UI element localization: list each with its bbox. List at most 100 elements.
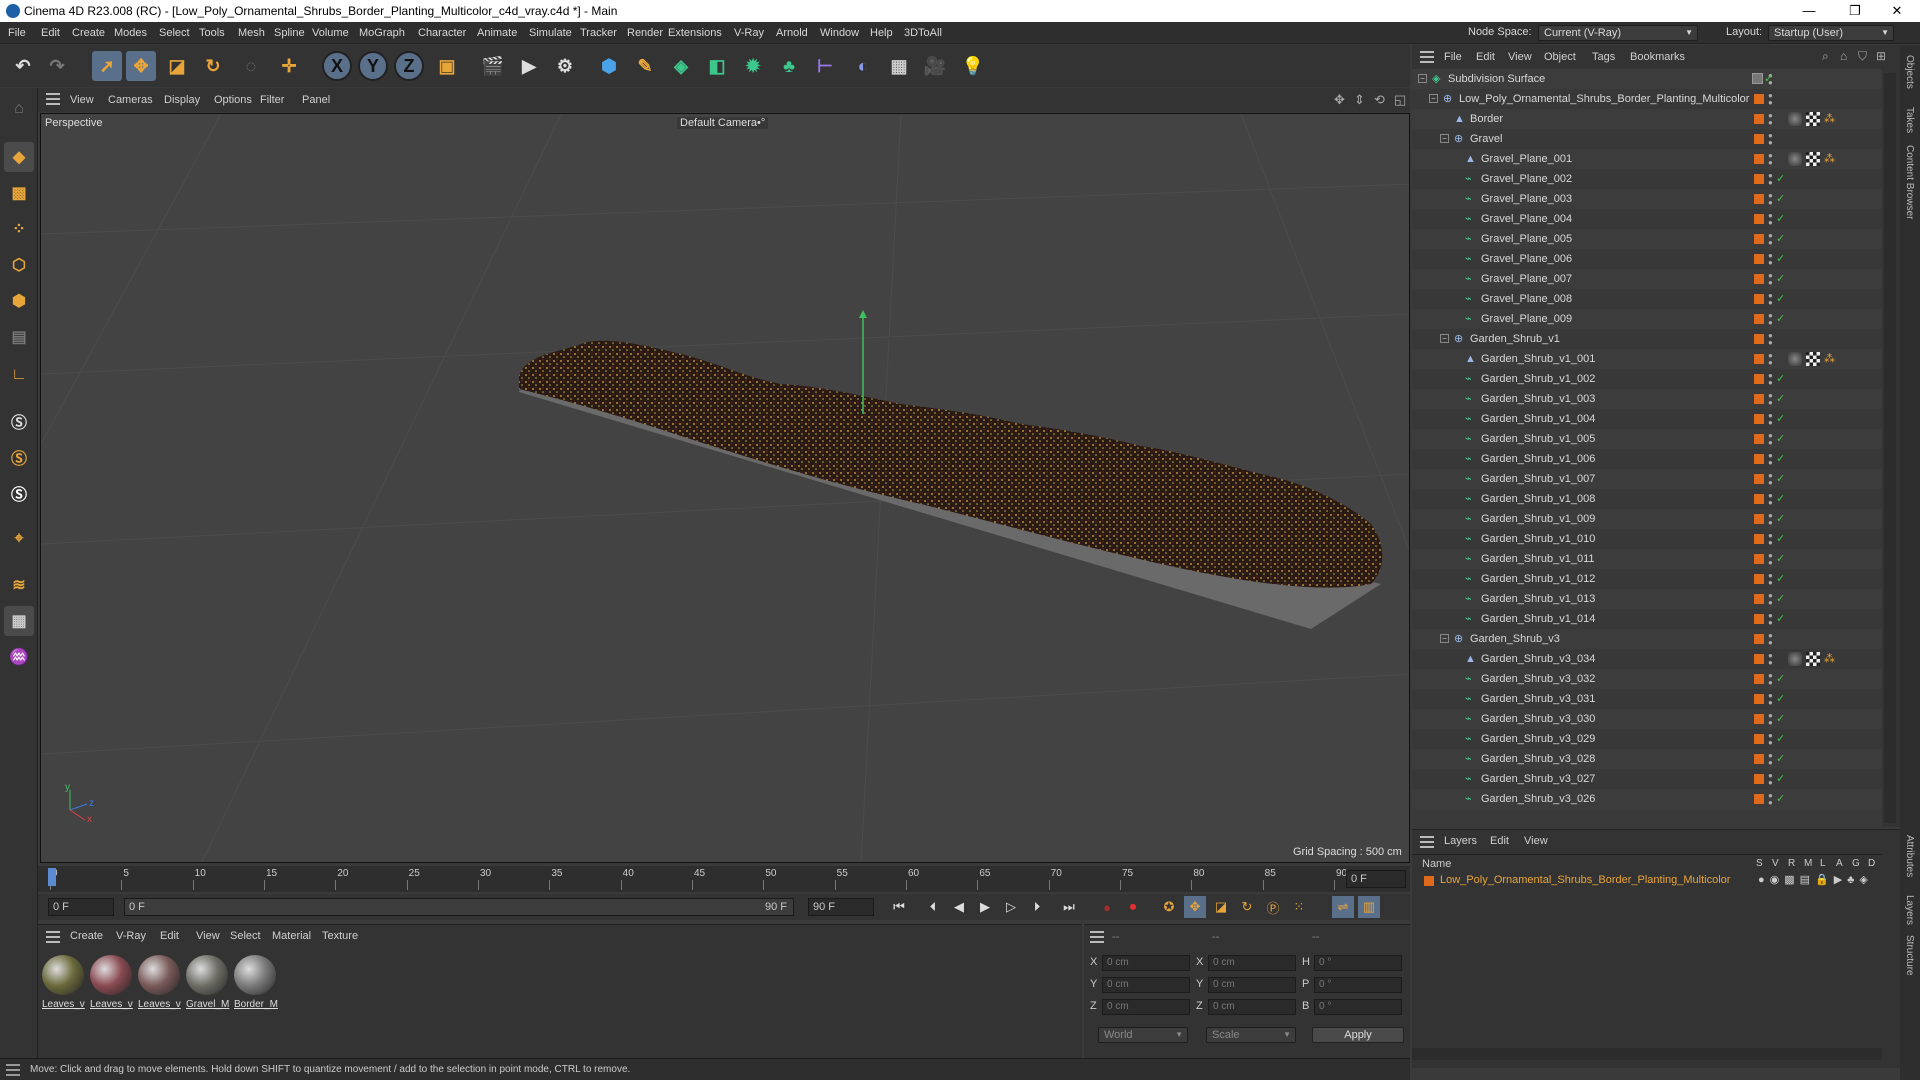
start-frame-field[interactable]: 0 F	[48, 898, 114, 916]
object-row[interactable]: ⌁ Gravel_Plane_005 ● ● ✓	[1412, 229, 1882, 249]
keyframe-selection-icon[interactable]: ✪	[1158, 896, 1180, 918]
layer-flag-icons[interactable]: ●◉▩▤🔒▶♣◈	[1758, 873, 1873, 886]
viewport-menu-display[interactable]: Display	[164, 88, 200, 112]
material-menu-edit[interactable]: Edit	[160, 930, 179, 942]
enabled-check-icon[interactable]: ✓	[1764, 69, 1773, 89]
play-icon[interactable]: ▶	[974, 896, 996, 918]
object-row[interactable]: ▲ Gravel_Plane_001 ● ● ⁂	[1412, 149, 1882, 169]
enabled-check-icon[interactable]: ✓	[1776, 529, 1785, 549]
vray-tag-icon[interactable]: ⁂	[1824, 352, 1838, 366]
hamburger-icon[interactable]	[6, 1064, 20, 1076]
select-tool-icon[interactable]: ➚	[92, 51, 122, 81]
hamburger-icon[interactable]	[1420, 51, 1434, 63]
object-row[interactable]: ▲ Border ● ● ⁂	[1412, 109, 1882, 129]
visibility-dots-icon[interactable]: ● ●	[1768, 772, 1773, 787]
y-axis-lock-icon[interactable]: Y	[358, 51, 388, 81]
layer-color-swatch[interactable]	[1754, 774, 1764, 784]
object-row[interactable]: ⌁ Gravel_Plane_004 ● ● ✓	[1412, 209, 1882, 229]
menu-file[interactable]: File	[2, 22, 32, 44]
key-parameter-icon[interactable]: Ⓟ	[1262, 896, 1284, 918]
layer-color-swatch[interactable]	[1754, 414, 1764, 424]
render-view-icon[interactable]: 🎬	[478, 51, 508, 81]
visibility-dots-icon[interactable]: ● ●	[1768, 352, 1773, 367]
object-menu-bookmarks[interactable]: Bookmarks	[1630, 45, 1685, 69]
menu-3dtoall[interactable]: 3DToAll	[898, 22, 948, 44]
visibility-dots-icon[interactable]: ● ●	[1768, 212, 1773, 227]
enabled-check-icon[interactable]: ✓	[1776, 469, 1785, 489]
menu-create[interactable]: Create	[66, 22, 111, 44]
enabled-check-icon[interactable]: ✓	[1776, 669, 1785, 689]
layer-color-swatch[interactable]	[1754, 374, 1764, 384]
menu-mesh[interactable]: Mesh	[232, 22, 271, 44]
material-menu-create[interactable]: Create	[70, 930, 103, 942]
menu-edit[interactable]: Edit	[35, 22, 66, 44]
object-row[interactable]: ⌁ Garden_Shrub_v1_007 ● ● ✓	[1412, 469, 1882, 489]
layer-color-swatch[interactable]	[1754, 634, 1764, 644]
object-menu-object[interactable]: Object	[1544, 45, 1576, 69]
enabled-check-icon[interactable]: ✓	[1776, 169, 1785, 189]
new-window-icon[interactable]: ⊞	[1876, 49, 1886, 63]
visibility-dots-icon[interactable]: ● ●	[1768, 512, 1773, 527]
menu-tools[interactable]: Tools	[193, 22, 231, 44]
object-row[interactable]: ⌁ Garden_Shrub_v1_012 ● ● ✓	[1412, 569, 1882, 589]
visibility-dots-icon[interactable]: ● ●	[1768, 612, 1773, 627]
object-row[interactable]: ⌁ Garden_Shrub_v1_009 ● ● ✓	[1412, 509, 1882, 529]
object-row[interactable]: − ⊕ Garden_Shrub_v3 ● ●	[1412, 629, 1882, 649]
material-label[interactable]: Gravel_M	[186, 999, 230, 1010]
polygons-mode-icon[interactable]: ⬢	[4, 286, 34, 316]
enabled-check-icon[interactable]: ✓	[1776, 449, 1785, 469]
visibility-dots-icon[interactable]: ● ●	[1768, 312, 1773, 327]
material-label[interactable]: Leaves_v	[90, 999, 134, 1010]
autokey-icon[interactable]: ●	[1096, 896, 1118, 918]
menu-extensions[interactable]: Extensions	[662, 22, 728, 44]
go-to-start-icon[interactable]: ⏮	[888, 896, 910, 918]
enabled-check-icon[interactable]: ✓	[1776, 289, 1785, 309]
menu-tracker[interactable]: Tracker	[574, 22, 623, 44]
enabled-check-icon[interactable]: ✓	[1776, 609, 1785, 629]
previous-frame-icon[interactable]: ◀	[948, 896, 970, 918]
menu-window[interactable]: Window	[814, 22, 865, 44]
menu-mograph[interactable]: MoGraph	[353, 22, 411, 44]
y-axis-gizmo-arrow[interactable]	[859, 310, 867, 318]
move-view-icon[interactable]: ✥	[1334, 92, 1345, 108]
menu-character[interactable]: Character	[412, 22, 472, 44]
tab-structure[interactable]: Structure	[1904, 935, 1915, 976]
frame-range-slider[interactable]: 0 F 90 F	[124, 898, 794, 916]
layer-flag-header-g[interactable]: G	[1852, 858, 1860, 869]
layer-color-swatch[interactable]	[1754, 694, 1764, 704]
material-preview[interactable]	[186, 955, 228, 995]
key-position-icon[interactable]: ✥	[1184, 896, 1206, 918]
current-frame-field[interactable]: 0 F	[1346, 870, 1406, 888]
viewport-menu-cameras[interactable]: Cameras	[108, 88, 153, 112]
object-menu-file[interactable]: File	[1444, 45, 1462, 69]
enabled-check-icon[interactable]: ✓	[1776, 589, 1785, 609]
enabled-check-icon[interactable]: ✓	[1776, 789, 1785, 809]
magnet-tool-icon[interactable]: ⌖	[4, 524, 34, 554]
layer-color-swatch[interactable]	[1754, 754, 1764, 764]
home-icon[interactable]: ⌂	[1840, 49, 1847, 63]
active-camera-label[interactable]: Default Camera•°	[677, 117, 769, 129]
layer-color-swatch[interactable]	[1424, 876, 1434, 886]
layer-menu-layers[interactable]: Layers	[1444, 835, 1477, 847]
object-row[interactable]: ⌁ Garden_Shrub_v1_014 ● ● ✓	[1412, 609, 1882, 629]
material-tag-icon[interactable]	[1788, 112, 1802, 126]
enabled-check-icon[interactable]: ✓	[1776, 249, 1785, 269]
object-row[interactable]: − ⊕ Low_Poly_Ornamental_Shrubs_Border_Plan…	[1412, 89, 1882, 109]
subdivision-surface-icon[interactable]: ◈	[666, 51, 696, 81]
enabled-check-icon[interactable]: ✓	[1776, 729, 1785, 749]
cloner-icon[interactable]: ✹	[738, 51, 768, 81]
hamburger-icon[interactable]	[46, 93, 60, 105]
enabled-check-icon[interactable]: ✓	[1776, 269, 1785, 289]
layer-flag-header-d[interactable]: D	[1868, 858, 1875, 869]
viewport-menu-view[interactable]: View	[70, 88, 94, 112]
texture-mode-icon[interactable]: ▩	[4, 178, 34, 208]
axis-mode-icon[interactable]: ∟	[4, 360, 34, 390]
layer-flag-header-v[interactable]: V	[1772, 858, 1779, 869]
size-mode-select[interactable]: Scale ▼	[1206, 1027, 1296, 1043]
object-row[interactable]: ▲ Garden_Shrub_v1_001 ● ● ⁂	[1412, 349, 1882, 369]
hamburger-icon[interactable]	[46, 931, 60, 943]
visibility-dots-icon[interactable]: ● ●	[1768, 792, 1773, 807]
visibility-dots-icon[interactable]: ● ●	[1768, 392, 1773, 407]
layer-color-swatch[interactable]	[1754, 194, 1764, 204]
enabled-check-icon[interactable]: ✓	[1776, 709, 1785, 729]
